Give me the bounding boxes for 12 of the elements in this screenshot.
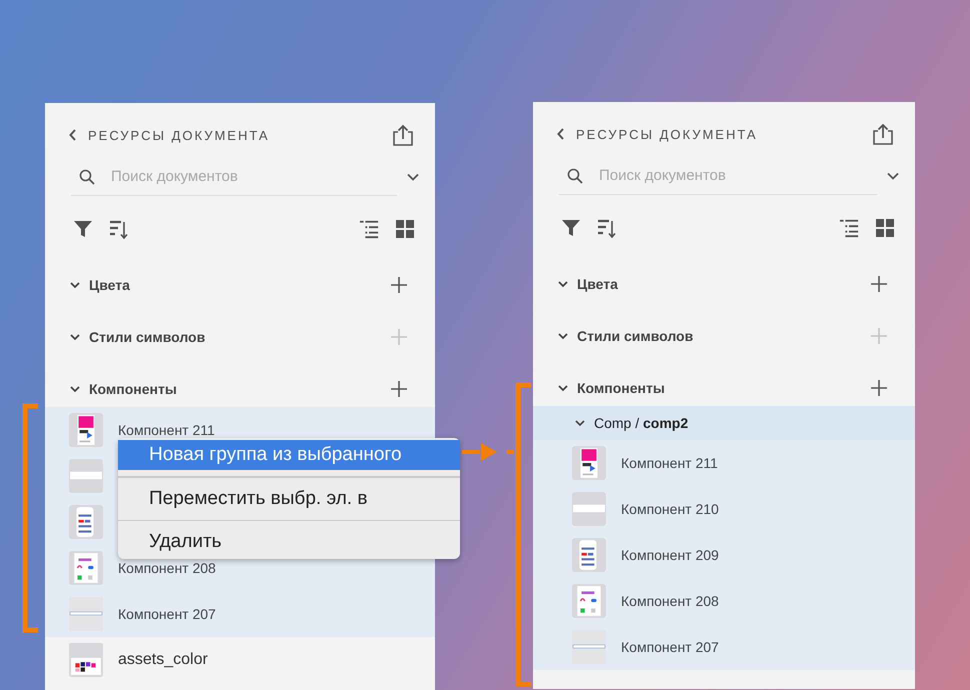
component-name: Компонент 209 (621, 547, 719, 563)
panel-title: РЕСУРСЫ ДОКУМЕНТА (88, 128, 270, 142)
component-name: Компонент 211 (621, 455, 718, 471)
group-name: Comp / comp2 (594, 415, 688, 431)
component-name: Компонент 210 (621, 501, 719, 517)
panel-title: РЕСУРСЫ ДОКУМЕНТА (576, 126, 758, 142)
component-name: Компонент 208 (118, 560, 216, 576)
component-name: Компонент 207 (621, 639, 719, 655)
component-name: assets_color (118, 651, 208, 669)
component-name: Компонент 207 (118, 606, 216, 622)
component-name: Компонент 211 (118, 422, 215, 438)
component-name: Компонент 208 (621, 593, 719, 609)
